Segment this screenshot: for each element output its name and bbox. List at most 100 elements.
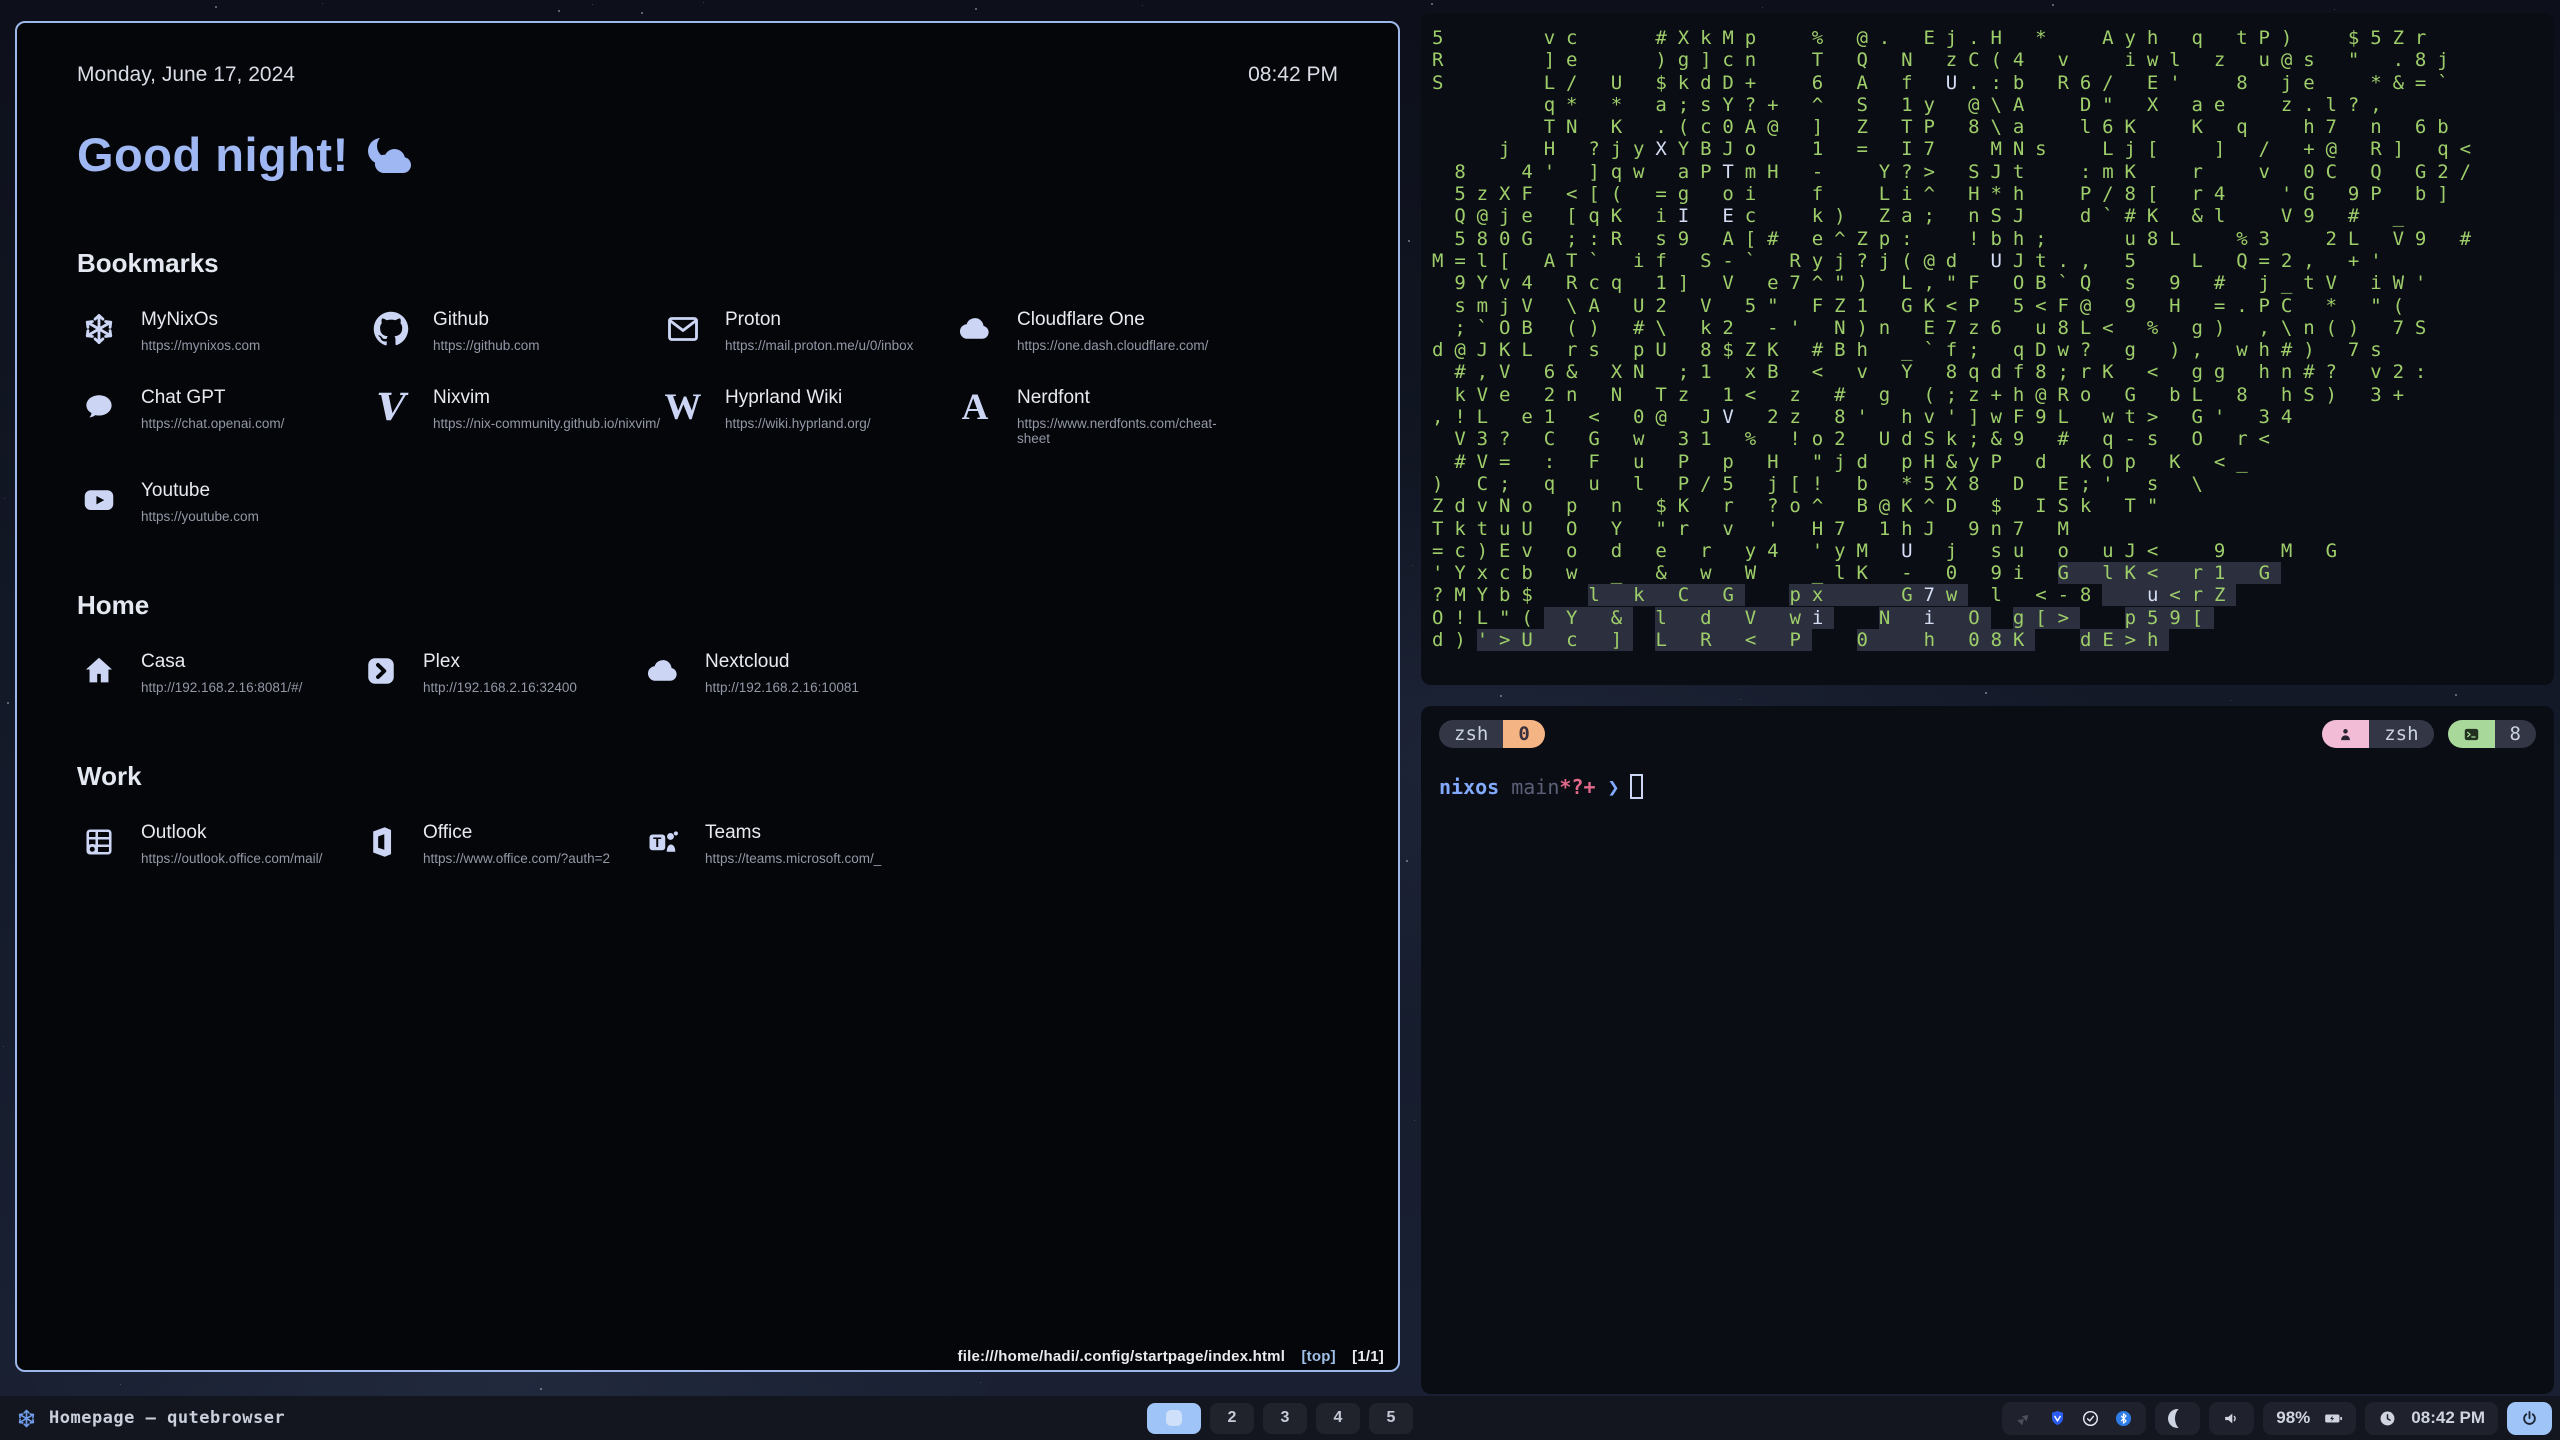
workspace-switcher: 2345 xyxy=(1147,1403,1413,1434)
date-label: Monday, June 17, 2024 xyxy=(77,63,295,87)
bookmark-title: Teams xyxy=(705,822,881,844)
link-mynixos[interactable]: MyNixOs https://mynixos.com xyxy=(77,307,369,353)
workspace-3[interactable]: 3 xyxy=(1263,1403,1307,1434)
bookmark-icon xyxy=(77,385,121,429)
bookmark-url: https://one.dash.cloudflare.com/ xyxy=(1017,338,1208,353)
office-icon xyxy=(363,824,399,860)
shell-prompt[interactable]: nixos main *?+ ❯ xyxy=(1439,774,2554,799)
bookmark-icon xyxy=(77,307,121,351)
active-window-title: Homepage — qutebrowser xyxy=(49,1408,285,1428)
bookmark-icon xyxy=(641,649,685,693)
bookmark-icon: V xyxy=(369,385,413,429)
terminal-window-shell[interactable]: zsh 0 zsh 8 nixos main *?+ ❯ xyxy=(1421,706,2554,1394)
bookmark-url: https://github.com xyxy=(433,338,540,353)
night-light-toggle[interactable] xyxy=(2155,1402,2200,1435)
tmux-status-bar: zsh 0 zsh 8 xyxy=(1421,706,2554,748)
link-nixvim[interactable]: V Nixvim https://nix-community.github.io… xyxy=(369,385,661,446)
bookmark-title: Hyprland Wiki xyxy=(725,387,871,409)
link-outlook[interactable]: Outlook https://outlook.office.com/mail/ xyxy=(77,820,359,866)
terminal-cursor xyxy=(1630,774,1643,799)
section-title: Work xyxy=(77,761,1338,792)
user-icon xyxy=(2322,720,2369,748)
bookmark-title: Outlook xyxy=(141,822,322,844)
statusbar-url: file:///home/hadi/.config/startpage/inde… xyxy=(958,1348,1286,1365)
link-proton[interactable]: Proton https://mail.proton.me/u/0/inbox xyxy=(661,307,953,353)
bookmark-url: http://192.168.2.16:10081 xyxy=(705,680,859,695)
bookmark-icon xyxy=(661,307,705,351)
link-nextcloud[interactable]: Nextcloud http://192.168.2.16:10081 xyxy=(641,649,923,695)
bookmark-url: https://teams.microsoft.com/_ xyxy=(705,851,881,866)
bookmark-url: https://mynixos.com xyxy=(141,338,260,353)
link-casa[interactable]: Casa http://192.168.2.16:8081/#/ xyxy=(77,649,359,695)
bookmark-url: https://mail.proton.me/u/0/inbox xyxy=(725,338,913,353)
bookmark-icon: W xyxy=(661,385,705,429)
prompt-host: nixos xyxy=(1439,775,1499,799)
bookmark-title: Proton xyxy=(725,309,913,331)
link-chat-gpt[interactable]: Chat GPT https://chat.openai.com/ xyxy=(77,385,369,446)
qutebrowser-window[interactable]: Monday, June 17, 2024 08:42 PM Good nigh… xyxy=(15,21,1400,1372)
terminal-window-cmatrix[interactable]: 5 vc #XkMp % @. Ej.H * Ayh q tP) $5Zr R … xyxy=(1421,13,2554,685)
prompt-symbol: ❯ xyxy=(1608,775,1620,799)
active-window-indicator[interactable]: Homepage — qutebrowser xyxy=(16,1408,285,1429)
tmux-session-badge: zsh xyxy=(2322,720,2433,748)
github-icon xyxy=(373,311,409,347)
section-title: Home xyxy=(77,590,1338,621)
link-office[interactable]: Office https://www.office.com/?auth=2 xyxy=(359,820,641,866)
greeting-text: Good night! xyxy=(77,127,349,182)
section-work: Work Outlook https://outlook.office.com/… xyxy=(77,761,1338,866)
bookmark-url: http://192.168.2.16:32400 xyxy=(423,680,577,695)
bookmark-icon xyxy=(369,307,413,351)
bluetooth-icon[interactable] xyxy=(2114,1409,2133,1428)
prompt-git-status: *?+ xyxy=(1559,775,1595,799)
workspace-1-active[interactable] xyxy=(1147,1403,1201,1434)
check-circle-icon[interactable] xyxy=(2081,1409,2100,1428)
tray-app-icon[interactable] xyxy=(2015,1409,2034,1428)
qutebrowser-statusbar: file:///home/hadi/.config/startpage/inde… xyxy=(958,1348,1384,1365)
cloud-icon xyxy=(957,311,993,347)
nix-icon xyxy=(81,311,117,347)
workspace-5[interactable]: 5 xyxy=(1369,1403,1413,1434)
bookmark-icon xyxy=(77,820,121,864)
letter-V-icon: V xyxy=(377,389,406,426)
volume-control[interactable] xyxy=(2209,1402,2254,1435)
tmux-pane-badge: 8 xyxy=(2448,720,2536,748)
prompt-git-branch: main xyxy=(1511,775,1559,799)
section-bookmarks: Bookmarks MyNixOs https://mynixos.com Gi… xyxy=(77,248,1338,524)
time-label: 08:42 PM xyxy=(1248,63,1338,87)
bookmark-icon: A xyxy=(953,385,997,429)
bookmark-icon xyxy=(953,307,997,351)
bookmark-url: https://nix-community.github.io/nixvim/ xyxy=(433,416,660,431)
moon-icon xyxy=(2168,1409,2187,1428)
link-cloudflare-one[interactable]: Cloudflare One https://one.dash.cloudfla… xyxy=(953,307,1245,353)
bookmark-title: Nextcloud xyxy=(705,651,859,673)
link-hyprland-wiki[interactable]: W Hyprland Wiki https://wiki.hyprland.or… xyxy=(661,385,953,446)
battery-charging-icon xyxy=(2324,1409,2343,1428)
tmux-window-index: 0 xyxy=(1503,720,1544,748)
clock-widget[interactable]: 08:42 PM xyxy=(2365,1402,2498,1435)
workspace-2[interactable]: 2 xyxy=(1210,1403,1254,1434)
matrix-rain: 5 vc #XkMp % @. Ej.H * Ayh q tP) $5Zr R … xyxy=(1421,13,2554,651)
section-title: Bookmarks xyxy=(77,248,1338,279)
link-github[interactable]: Github https://github.com xyxy=(369,307,661,353)
link-teams[interactable]: Teams https://teams.microsoft.com/_ xyxy=(641,820,923,866)
power-icon xyxy=(2520,1409,2539,1428)
bitwarden-shield-icon[interactable] xyxy=(2048,1409,2067,1428)
link-plex[interactable]: Plex http://192.168.2.16:32400 xyxy=(359,649,641,695)
link-nerdfont[interactable]: A Nerdfont https://www.nerdfonts.com/che… xyxy=(953,385,1245,446)
bookmark-title: Nixvim xyxy=(433,387,660,409)
battery-status[interactable]: 98% xyxy=(2263,1402,2356,1435)
bookmark-url: https://chat.openai.com/ xyxy=(141,416,284,431)
workspace-4[interactable]: 4 xyxy=(1316,1403,1360,1434)
mail-icon xyxy=(665,311,701,347)
bookmark-title: Cloudflare One xyxy=(1017,309,1208,331)
power-button[interactable] xyxy=(2507,1402,2552,1435)
system-tray xyxy=(2002,1402,2146,1435)
link-youtube[interactable]: Youtube https://youtube.com xyxy=(77,478,369,524)
bookmark-url: https://youtube.com xyxy=(141,509,259,524)
bookmark-icon xyxy=(77,649,121,693)
letter-W-icon: W xyxy=(665,389,702,426)
tmux-window-tab[interactable]: zsh 0 xyxy=(1439,720,1545,748)
terminal-icon xyxy=(2448,720,2495,748)
bookmark-url: http://192.168.2.16:8081/#/ xyxy=(141,680,302,695)
teams-icon xyxy=(645,824,681,860)
